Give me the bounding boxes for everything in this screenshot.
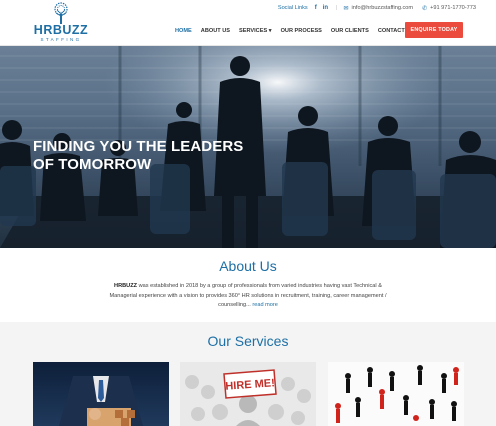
- tree-logo-icon: [54, 2, 68, 24]
- nav-about-us[interactable]: ABOUT US: [201, 28, 230, 34]
- main-nav: HOME ABOUT US SERVICES ▾ OUR PROCESS OUR…: [175, 26, 423, 36]
- site-header: HRBUZZ STAFFING Social Links f in | ✉ in…: [0, 0, 496, 46]
- nav-home[interactable]: HOME: [175, 28, 192, 34]
- service-card-2[interactable]: HIRE ME!: [180, 362, 316, 426]
- email-icon: ✉: [343, 5, 349, 12]
- phone-icon: ✆: [422, 5, 428, 12]
- service-card-3-image: [335, 365, 459, 423]
- about-section: About Us HRBUZZ was established in 2018 …: [0, 248, 496, 322]
- top-bar: Social Links f in | ✉ info@hrbuzzstaffin…: [278, 3, 476, 13]
- facebook-icon[interactable]: f: [315, 5, 317, 11]
- brand-name: HRBUZZ: [33, 23, 89, 37]
- nav-services[interactable]: SERVICES ▾: [239, 28, 272, 34]
- brand-tagline: STAFFING: [40, 37, 82, 42]
- about-paragraph: HRBUZZ was established in 2018 by a grou…: [105, 282, 391, 311]
- nav-our-process[interactable]: OUR PROCESS: [281, 28, 322, 34]
- read-more-link[interactable]: read more: [252, 302, 278, 308]
- hero-headline-line2: OF TOMORROW: [33, 156, 152, 173]
- service-card-1[interactable]: [33, 362, 169, 426]
- phone-number[interactable]: +91 971-1770-773: [430, 5, 476, 11]
- divider: |: [336, 5, 338, 11]
- social-links-label: Social Links: [277, 5, 308, 11]
- services-heading: Our Services: [207, 333, 289, 349]
- about-brand: HRBUZZ: [114, 283, 138, 289]
- logo[interactable]: HRBUZZ STAFFING: [32, 2, 90, 44]
- service-card-3[interactable]: [328, 362, 464, 426]
- services-section: Our Services HIRE ME!: [0, 322, 496, 426]
- about-body: was established in 2018 by a group of pr…: [109, 283, 387, 309]
- service-card-1-image: [59, 376, 143, 426]
- hero-banner: FINDING YOU THE LEADERS OF TOMORROW: [0, 46, 496, 248]
- nav-our-clients[interactable]: OUR CLIENTS: [331, 28, 369, 34]
- about-heading: About Us: [219, 258, 277, 274]
- service-card-2-image: HIRE ME!: [185, 369, 311, 426]
- hero-headline: FINDING YOU THE LEADERS OF TOMORROW: [33, 138, 243, 174]
- email-link[interactable]: info@hrbuzzstaffing.com: [352, 5, 414, 11]
- enquire-today-button[interactable]: ENQUIRE TODAY: [405, 22, 463, 38]
- linkedin-icon[interactable]: in: [323, 5, 328, 11]
- hero-headline-line1: FINDING YOU THE LEADERS: [33, 138, 244, 155]
